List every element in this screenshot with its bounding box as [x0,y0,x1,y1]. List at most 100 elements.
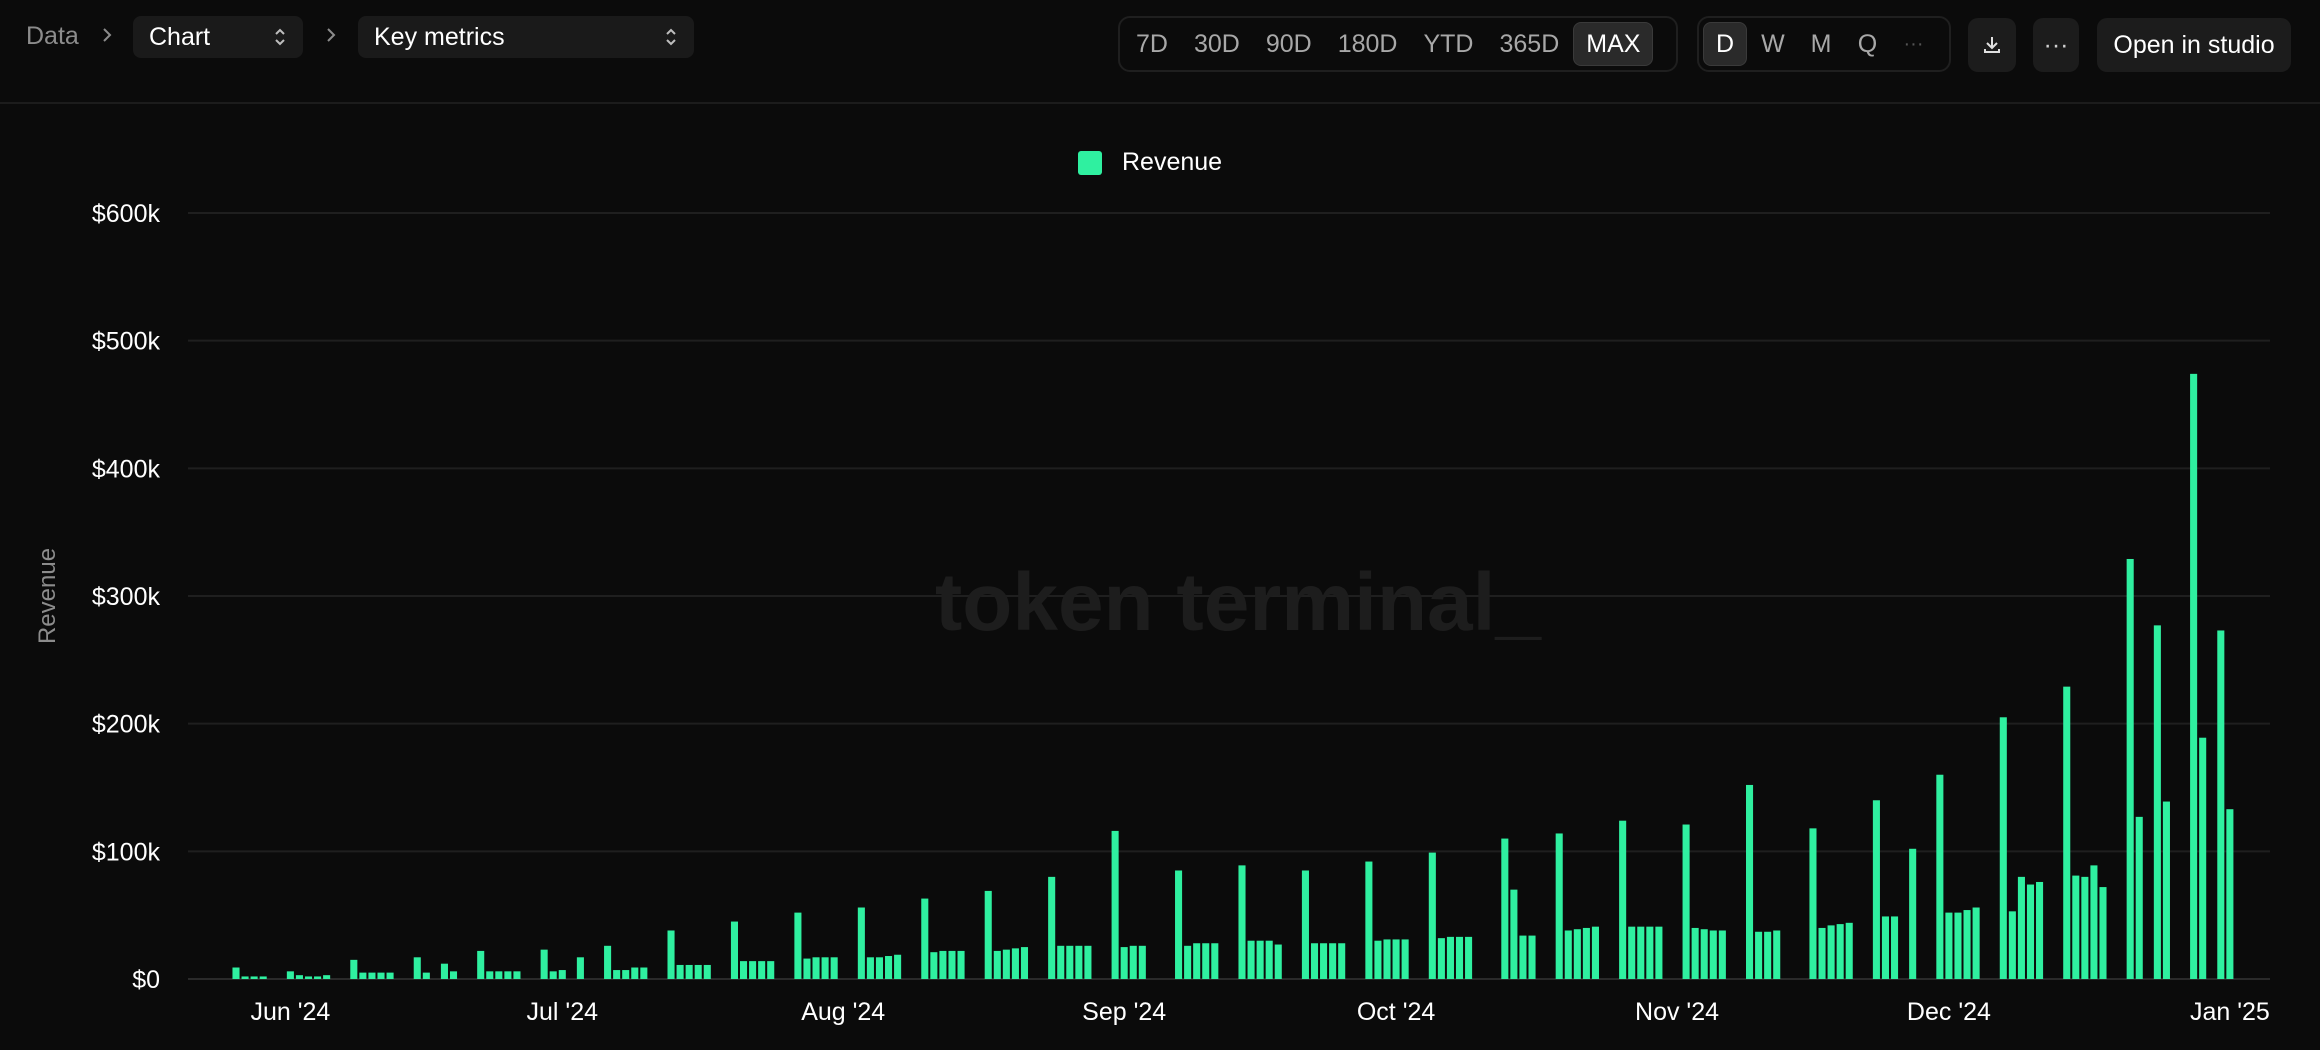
range-30d[interactable]: 30D [1182,22,1252,66]
granularity-w[interactable]: W [1749,22,1797,66]
granularity-m[interactable]: M [1799,22,1844,66]
bar [513,971,521,979]
granularity-d[interactable]: D [1703,22,1748,66]
open-in-studio-label: Open in studio [2113,30,2275,59]
range-7d[interactable]: 7D [1124,22,1180,66]
bar [830,957,838,979]
bar [440,963,448,979]
granularity-more[interactable]: ··· [1892,22,1936,66]
bar [604,945,612,979]
bar [640,967,648,979]
bar [812,957,820,979]
bar [504,971,512,979]
chevron-updown-icon [275,28,285,46]
bar [803,958,811,979]
bar [2036,881,2044,979]
bar [1637,926,1645,979]
bar [1836,924,1844,979]
bar [1020,947,1029,979]
bar [2135,816,2143,979]
metric-select-label: Key metrics [374,22,505,51]
x-tick-label: Nov '24 [1635,998,1719,1026]
breadcrumb-data[interactable]: Data [26,22,79,51]
bar [386,972,394,979]
range-90d[interactable]: 90D [1254,22,1324,66]
bar [821,957,829,979]
bar [295,975,303,979]
bar [921,898,929,979]
metric-select[interactable]: Key metrics [358,16,694,58]
view-select[interactable]: Chart [133,16,303,58]
open-in-studio-button[interactable]: Open in studio [2097,18,2291,72]
bar [2217,630,2225,979]
bar [2017,876,2025,979]
bar [495,971,503,979]
bar [540,949,548,979]
bar [1383,939,1391,979]
bar [1818,927,1826,979]
bar [1446,936,1454,979]
bar [1211,943,1219,979]
bar [1564,930,1572,979]
bar [1256,940,1264,979]
bar [1709,930,1717,979]
bar [1129,945,1137,979]
bar [957,950,965,979]
more-options-button[interactable]: ··· [2033,18,2079,72]
bar [413,957,421,979]
y-tick-label: $200k [92,711,161,739]
bar [1365,861,1373,979]
bar [857,907,865,979]
bar [676,964,684,979]
bar [1999,717,2007,979]
bar [1809,828,1817,979]
bar [1011,948,1019,979]
bar [739,961,748,979]
bar [1175,870,1183,979]
bar [1084,945,1092,979]
bar [694,964,702,979]
bar [1682,824,1690,979]
bar [1573,929,1581,979]
bar [1881,916,1890,979]
bar [866,957,874,979]
bar [1764,931,1772,979]
bar [1891,916,1899,979]
x-tick-label: Aug '24 [801,998,885,1026]
range-max[interactable]: MAX [1573,22,1654,66]
download-button[interactable] [1968,18,2016,72]
bar [449,971,458,979]
bar [2153,625,2161,979]
range-365d[interactable]: 365D [1487,22,1571,66]
bar [758,961,766,979]
y-tick-label: $300k [92,583,161,611]
bar [314,976,322,979]
bar [1238,865,1246,979]
bar [1111,830,1119,979]
chevron-right-icon [103,28,112,42]
y-tick-label: $600k [92,200,161,228]
bar [1329,943,1337,979]
bar [549,971,557,979]
range-180d[interactable]: 180D [1326,22,1410,66]
bar [1972,907,1980,979]
bar [2199,737,2207,979]
bar [377,972,385,979]
bar [2090,865,2098,979]
bar [1193,943,1201,979]
bar [749,961,757,979]
bar [1048,876,1056,979]
x-tick-label: Dec '24 [1907,998,1991,1026]
granularity-q[interactable]: Q [1846,22,1890,66]
view-select-label: Chart [149,22,211,51]
bar [993,950,1001,979]
revenue-bar-chart: $0 $100k $200k $300k $400k $500k $600k Revenue t… [34,200,2270,1026]
bar [1945,912,1953,979]
chevron-right-icon [327,28,336,42]
bar [1954,912,1962,979]
x-tick-label: Oct '24 [1357,998,1436,1026]
bar [1519,935,1527,979]
bar [2126,558,2134,979]
bar [1555,833,1563,979]
range-ytd[interactable]: YTD [1411,22,1485,66]
